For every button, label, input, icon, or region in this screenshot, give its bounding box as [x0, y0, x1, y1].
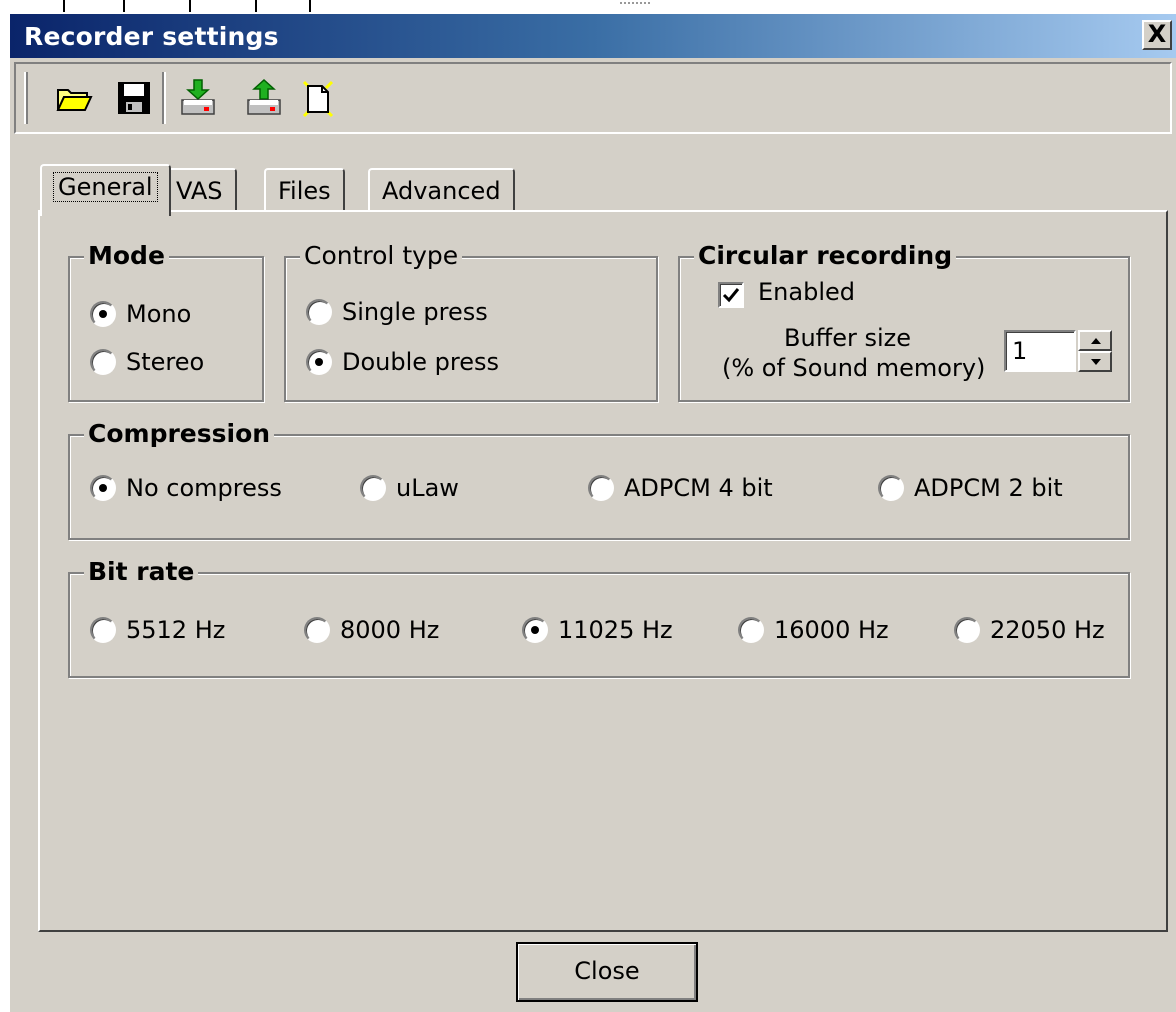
mode-group: Mode Mono Stereo	[68, 242, 264, 402]
mode-group-title: Mode	[84, 242, 169, 270]
recorder-settings-window: Recorder settings X General VAS Files Ad…	[8, 12, 1176, 1012]
radio-label: 11025 Hz	[558, 616, 673, 644]
buffer-size-spinner	[1078, 330, 1112, 372]
radio-dot	[90, 349, 116, 375]
general-tab-panel: Mode Mono Stereo Control type Single pre…	[38, 210, 1168, 932]
window-close-button[interactable]: X	[1142, 20, 1172, 50]
tab-advanced-label: Advanced	[382, 177, 501, 205]
compression-adpcm2-radio[interactable]: ADPCM 2 bit	[878, 474, 1063, 502]
title-bar[interactable]: Recorder settings X	[10, 14, 1176, 58]
bitrate-8000-radio[interactable]: 8000 Hz	[304, 616, 439, 644]
upload-button[interactable]	[178, 76, 218, 120]
arrow-up-icon	[1091, 338, 1101, 344]
radio-label: 22050 Hz	[990, 616, 1105, 644]
radio-label: ADPCM 2 bit	[914, 474, 1063, 502]
bitrate-group: Bit rate 5512 Hz 8000 Hz 11025 Hz 16000 …	[68, 558, 1130, 678]
bitrate-group-title: Bit rate	[84, 558, 199, 586]
buffer-size-label: Buffer size	[784, 324, 912, 352]
radio-dot	[306, 299, 332, 325]
resize-grip	[620, 2, 650, 9]
tab-files-label: Files	[278, 177, 331, 205]
radio-dot	[90, 475, 116, 501]
tab-files[interactable]: Files	[264, 168, 345, 212]
buffer-size-input[interactable]: 1	[1004, 330, 1076, 372]
radio-label: Mono	[126, 300, 192, 328]
tab-general[interactable]: General	[40, 164, 171, 216]
spin-down-button[interactable]	[1078, 351, 1112, 372]
compression-adpcm4-radio[interactable]: ADPCM 4 bit	[588, 474, 773, 502]
new-default-icon	[302, 80, 334, 118]
bitrate-5512-radio[interactable]: 5512 Hz	[90, 616, 225, 644]
download-from-device-icon	[247, 78, 281, 115]
tab-advanced[interactable]: Advanced	[368, 168, 515, 212]
radio-dot	[90, 617, 116, 643]
toolbar-grip[interactable]	[24, 72, 28, 124]
compression-no-compress-radio[interactable]: No compress	[90, 474, 282, 502]
circular-recording-group-title: Circular recording	[694, 242, 957, 270]
radio-label: Stereo	[126, 348, 205, 376]
toolbar-separator	[162, 72, 166, 124]
window-title: Recorder settings	[24, 22, 279, 51]
radio-dot	[90, 301, 116, 327]
radio-label: No compress	[126, 474, 282, 502]
toolbar	[14, 62, 1172, 134]
radio-dot	[588, 475, 614, 501]
radio-label: 5512 Hz	[126, 616, 226, 644]
radio-dot	[954, 617, 980, 643]
radio-label: 8000 Hz	[340, 616, 440, 644]
radio-dot	[304, 617, 330, 643]
control-type-group: Control type Single press Double press	[284, 242, 658, 402]
radio-label: 16000 Hz	[774, 616, 889, 644]
control-double-press-radio[interactable]: Double press	[306, 348, 499, 376]
save-floppy-icon	[118, 82, 150, 114]
control-single-press-radio[interactable]: Single press	[306, 298, 488, 326]
bitrate-16000-radio[interactable]: 16000 Hz	[738, 616, 889, 644]
mode-mono-radio[interactable]: Mono	[90, 300, 191, 328]
compression-group-title: Compression	[84, 420, 275, 448]
radio-dot	[306, 349, 332, 375]
new-button[interactable]	[298, 76, 338, 120]
upload-to-device-icon	[181, 79, 215, 115]
bitrate-22050-radio[interactable]: 22050 Hz	[954, 616, 1105, 644]
close-button[interactable]: Close	[516, 942, 698, 1002]
control-type-group-title: Control type	[300, 242, 463, 270]
bitrate-11025-radio[interactable]: 11025 Hz	[522, 616, 673, 644]
radio-label: ADPCM 4 bit	[624, 474, 773, 502]
tab-general-label: General	[53, 172, 158, 202]
open-folder-icon	[56, 89, 93, 111]
mode-stereo-radio[interactable]: Stereo	[90, 348, 204, 376]
checkmark-icon	[722, 288, 740, 303]
circular-enabled-checkbox[interactable]	[718, 282, 744, 308]
spin-up-button[interactable]	[1078, 330, 1112, 351]
tab-vas-label: VAS	[176, 177, 223, 205]
buffer-size-unit-label: (% of Sound memory)	[722, 354, 986, 382]
tab-vas[interactable]: VAS	[162, 168, 237, 212]
radio-dot	[360, 475, 386, 501]
open-button[interactable]	[54, 76, 94, 120]
circular-enabled-label: Enabled	[758, 278, 855, 306]
radio-dot	[522, 617, 548, 643]
arrow-down-icon	[1091, 359, 1101, 365]
radio-label: Single press	[342, 298, 488, 326]
download-button[interactable]	[244, 76, 284, 120]
radio-label: uLaw	[396, 474, 459, 502]
radio-dot	[738, 617, 764, 643]
save-button[interactable]	[114, 76, 154, 120]
radio-dot	[878, 475, 904, 501]
circular-recording-group: Circular recording Enabled Buffer size (…	[678, 242, 1130, 402]
radio-label: Double press	[342, 348, 500, 376]
compression-group: Compression No compress uLaw ADPCM 4 bit…	[68, 420, 1130, 540]
compression-ulaw-radio[interactable]: uLaw	[360, 474, 459, 502]
